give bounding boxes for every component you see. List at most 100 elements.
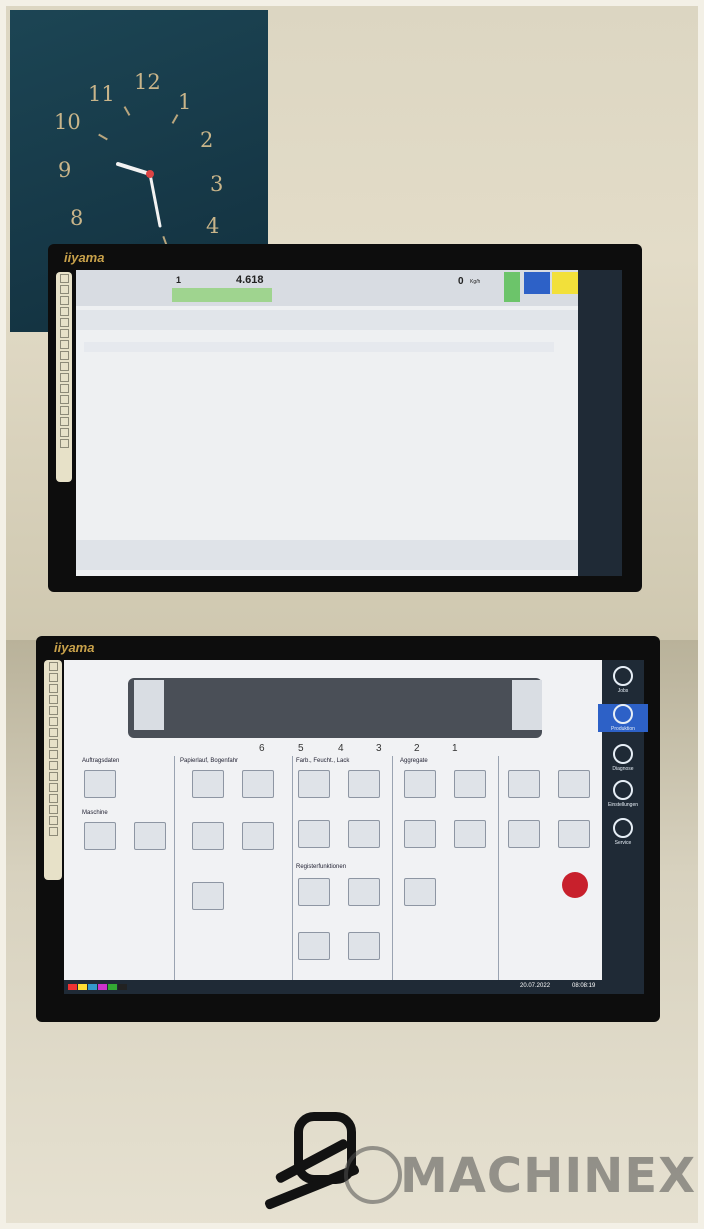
status-date: 20.07.2022: [520, 983, 551, 989]
section-title: Farb., Feucht., Lack: [296, 758, 350, 764]
paper-tile[interactable]: [192, 770, 224, 798]
rail-settings[interactable]: Einstellungen: [598, 780, 648, 808]
press-schematic: [128, 678, 542, 738]
register-tile[interactable]: [298, 878, 330, 906]
touch-keypad: [56, 272, 72, 482]
section-title: Papierlauf, Bogenfahr: [180, 758, 239, 764]
color-swatch: [98, 984, 107, 990]
speed-value: 0: [458, 276, 464, 287]
brand-logo: iiyama: [64, 250, 105, 265]
blue-indicator: [524, 272, 550, 294]
temperature-tile[interactable]: [404, 820, 436, 848]
machinex-logo-icon: [344, 1146, 402, 1204]
clock-numeral: 11: [88, 82, 115, 106]
powder-tile[interactable]: [404, 878, 436, 906]
status-time: 08:08:19: [572, 983, 596, 989]
register-adjust-tile[interactable]: [348, 878, 380, 906]
clock-numeral: 4: [206, 214, 220, 238]
disabled-tile[interactable]: [558, 770, 590, 798]
section-title: Registerfunktionen: [296, 864, 347, 870]
coating-tile[interactable]: [348, 820, 380, 848]
sheet-travel-tile[interactable]: [192, 882, 224, 910]
coating-tower-tile[interactable]: [348, 932, 380, 960]
clock-numeral: 1: [178, 90, 192, 114]
counter-tile[interactable]: [508, 820, 540, 848]
touch-keypad: [44, 660, 62, 880]
feeder-unit: [134, 680, 164, 730]
document-icon: [613, 666, 633, 686]
color-swatch: [78, 984, 87, 990]
color-swatch: [118, 984, 127, 990]
stop-button[interactable]: [562, 872, 588, 898]
delivery-unit: [512, 680, 542, 730]
status-bar: 20.07.2022 08:08:19: [64, 980, 616, 994]
dryer-tile[interactable]: [454, 820, 486, 848]
unit-number: 2: [414, 743, 420, 754]
section-title: Auftragsdaten: [82, 758, 120, 764]
color-swatch: [88, 984, 97, 990]
watermark: MACHINEX: [338, 1140, 695, 1210]
dampening-tile[interactable]: [348, 770, 380, 798]
status-header: 1 4.618 0 Kg/h: [76, 270, 622, 306]
brand-logo: iiyama: [54, 640, 95, 655]
clock-numeral: 3: [210, 172, 224, 196]
bottom-screen: 6 5 4 3 2 1 Auftragsdaten Maschine Papie…: [64, 660, 616, 994]
unit-number: 3: [376, 743, 382, 754]
ink-tile[interactable]: [298, 770, 330, 798]
wrench-icon: [613, 818, 633, 838]
machine-tile[interactable]: [84, 822, 116, 850]
special-function-tile[interactable]: [508, 770, 540, 798]
display-tile[interactable]: [298, 932, 330, 960]
divider: [392, 756, 393, 986]
green-indicator: [504, 272, 520, 302]
feeder-tile[interactable]: [192, 822, 224, 850]
top-screen: 1 4.618 0 Kg/h: [76, 270, 622, 576]
settings-icon: [613, 780, 633, 800]
clock-tick: [123, 106, 131, 116]
rail-production[interactable]: Produktion: [598, 704, 648, 732]
divider: [174, 756, 175, 986]
divider: [292, 756, 293, 986]
clock-numeral: 9: [58, 158, 72, 182]
aggregate-settings-tile[interactable]: [454, 770, 486, 798]
clock-tick: [98, 133, 108, 141]
unit-number: 5: [298, 743, 304, 754]
rail-jobs[interactable]: Jobs: [598, 666, 648, 694]
clock-numeral: 8: [70, 206, 84, 230]
forward-tile[interactable]: [242, 822, 274, 850]
clock-hands: [116, 162, 162, 228]
divider: [498, 756, 499, 986]
yellow-indicator: [552, 272, 578, 294]
counter-value: 4.618: [236, 274, 264, 286]
air-tile[interactable]: [558, 820, 590, 848]
clock-numeral: 12: [134, 70, 161, 94]
order-data-tile[interactable]: [84, 770, 116, 798]
section-title: Aggregate: [400, 758, 428, 764]
tab-bar[interactable]: [76, 310, 622, 330]
diagnosis-icon: [613, 744, 633, 764]
section-title: Maschine: [82, 810, 108, 816]
rail-diagnosis[interactable]: Diagnose: [598, 744, 648, 772]
job-row[interactable]: [84, 342, 554, 352]
unit-number: 4: [338, 743, 344, 754]
bottom-right-rail: Jobs Produktion Diagnose Einstellungen S…: [598, 660, 648, 994]
unit-number: 1: [452, 743, 458, 754]
aggregate-tile[interactable]: [404, 770, 436, 798]
counter-label: 1: [176, 275, 182, 285]
clock-numeral: 10: [54, 110, 81, 134]
top-right-rail: [578, 270, 622, 576]
watermark-text: MACHINEX: [400, 1148, 697, 1204]
top-monitor: iiyama 1 4.618 0 Kg/h: [48, 244, 642, 592]
unit-number: 6: [259, 743, 265, 754]
speed-unit: Kg/h: [470, 279, 481, 285]
clock-tick: [171, 114, 179, 124]
production-indicator: [172, 288, 272, 302]
bottom-monitor: iiyama 6 5 4 3 2 1 Auftragsdaten Maschin…: [36, 636, 660, 1022]
press-icon: [613, 704, 633, 724]
delivery-tile[interactable]: [242, 770, 274, 798]
color-swatch: [108, 984, 117, 990]
rail-service[interactable]: Service: [598, 818, 648, 846]
color-tile[interactable]: [298, 820, 330, 848]
machine-settings-tile[interactable]: [134, 822, 166, 850]
color-swatch: [68, 984, 77, 990]
